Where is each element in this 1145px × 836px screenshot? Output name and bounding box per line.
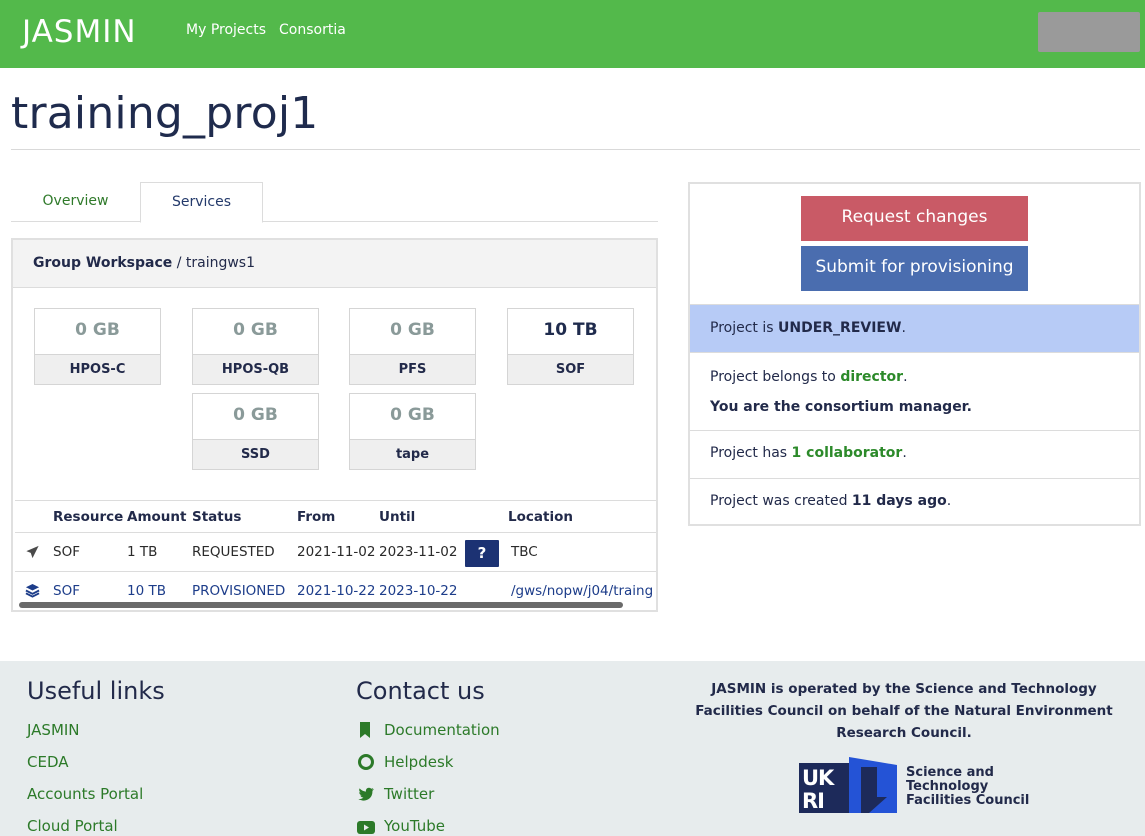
quota-label: HPOS-QB	[193, 354, 318, 384]
footer-link-youtube[interactable]: YouTube	[384, 817, 445, 835]
cell-until: 2023-11-02	[379, 544, 458, 560]
quota-pfs: 0 GB PFS	[349, 308, 476, 385]
quota-label: SSD	[193, 439, 318, 469]
requirements-table-header: Resource Amount Status From Until Locati…	[15, 500, 656, 533]
quota-tape: 0 GB tape	[349, 393, 476, 470]
col-amount: Amount	[127, 509, 187, 525]
ukri-logo[interactable]: UK RI	[799, 757, 897, 817]
manager-note: You are the consortium manager.	[710, 399, 972, 415]
bookmark-icon	[358, 722, 374, 738]
cell-from: 2021-11-02	[297, 544, 376, 560]
quota-value: 0 GB	[390, 405, 435, 425]
created-age: 11 days ago	[851, 493, 947, 509]
service-name: traingws1	[185, 255, 255, 271]
cell-until: 2023-10-22	[379, 583, 458, 599]
useful-links-title: Useful links	[27, 677, 165, 705]
collab-prefix: Project has	[710, 445, 792, 461]
footer-link-documentation[interactable]: Documentation	[384, 721, 500, 739]
created-row: Project was created 11 days ago.	[690, 478, 1139, 524]
cell-from: 2021-10-22	[297, 583, 376, 599]
service-separator: /	[172, 255, 186, 271]
title-divider	[11, 149, 1140, 150]
footer: Useful links JASMIN CEDA Accounts Portal…	[0, 661, 1145, 836]
project-status-row: Project is UNDER_REVIEW.	[690, 304, 1139, 352]
twitter-icon	[358, 786, 374, 802]
quota-hpos-qb: 0 GB HPOS-QB	[192, 308, 319, 385]
quota-label: tape	[350, 439, 475, 469]
user-menu-button[interactable]	[1038, 12, 1140, 52]
footer-link-cloud-portal[interactable]: Cloud Portal	[27, 817, 118, 835]
col-location: Location	[508, 509, 573, 525]
col-status: Status	[192, 509, 242, 525]
service-card-header: Group Workspace / traingws1	[13, 240, 656, 288]
layers-icon	[25, 583, 40, 602]
submit-provisioning-button[interactable]: Submit for provisioning	[801, 246, 1028, 291]
quota-label: PFS	[350, 354, 475, 384]
nav-consortia[interactable]: Consortia	[279, 22, 346, 38]
cell-amount: 10 TB	[127, 583, 166, 599]
col-from: From	[297, 509, 336, 525]
cell-status: REQUESTED	[192, 544, 275, 560]
stfc-name: Science and Technology Facilities Counci…	[906, 765, 1030, 808]
owner-link[interactable]: director	[840, 369, 903, 385]
quota-value: 0 GB	[390, 320, 435, 340]
paper-plane-icon	[25, 545, 40, 563]
project-status-panel: Request changes Submit for provisioning …	[688, 182, 1141, 526]
quota-label: HPOS-C	[35, 354, 160, 384]
tab-bar: Overview Services	[11, 182, 658, 223]
footer-link-helpdesk[interactable]: Helpdesk	[384, 753, 453, 771]
contact-us-title: Contact us	[356, 677, 485, 705]
tab-services[interactable]: Services	[140, 182, 263, 223]
collaborators-link[interactable]: 1 collaborator	[792, 445, 903, 461]
quota-hpos-c: 0 GB HPOS-C	[34, 308, 161, 385]
quota-label: SOF	[508, 354, 633, 384]
col-resource: Resource	[53, 509, 124, 525]
tab-overview[interactable]: Overview	[11, 182, 140, 222]
quota-ssd: 0 GB SSD	[192, 393, 319, 470]
quota-value: 0 GB	[233, 320, 278, 340]
quota-value: 10 TB	[543, 320, 598, 340]
cell-resource: SOF	[53, 544, 80, 560]
owner-prefix: Project belongs to	[710, 369, 841, 385]
col-until: Until	[379, 509, 416, 525]
service-card: Group Workspace / traingws1 0 GB HPOS-C …	[11, 238, 658, 612]
cell-resource: SOF	[53, 583, 80, 599]
table-row: SOF 1 TB REQUESTED 2021-11-02 2023-11-02…	[15, 534, 656, 572]
project-owner-row: Project belongs to director. You are the…	[690, 352, 1139, 430]
svg-text:UK: UK	[802, 766, 835, 790]
footer-link-jasmin[interactable]: JASMIN	[27, 721, 80, 739]
request-changes-button[interactable]: Request changes	[801, 196, 1028, 241]
brand-logo[interactable]: JASMIN	[22, 14, 137, 50]
cell-location: /gws/nopw/j04/traing	[511, 583, 654, 599]
page-title: training_proj1	[11, 88, 319, 139]
horizontal-scrollbar[interactable]	[19, 602, 623, 608]
status-prefix: Project is	[710, 320, 778, 336]
lifebuoy-icon	[358, 754, 374, 770]
quota-value: 0 GB	[75, 320, 120, 340]
quota-value: 0 GB	[233, 405, 278, 425]
collaborators-row: Project has 1 collaborator.	[690, 430, 1139, 478]
footer-link-ceda[interactable]: CEDA	[27, 753, 69, 771]
footer-link-twitter[interactable]: Twitter	[384, 785, 434, 803]
created-prefix: Project was created	[710, 493, 852, 509]
cell-amount: 1 TB	[127, 544, 158, 560]
help-button[interactable]: ?	[465, 540, 499, 567]
service-type: Group Workspace	[33, 255, 173, 271]
quota-sof: 10 TB SOF	[507, 308, 634, 385]
top-navbar: JASMIN My Projects Consortia	[0, 0, 1145, 68]
youtube-icon	[357, 819, 375, 835]
status-badge: UNDER_REVIEW	[777, 320, 902, 336]
svg-text:RI: RI	[802, 789, 824, 813]
cell-location: TBC	[511, 544, 538, 560]
operator-statement: JASMIN is operated by the Science and Te…	[695, 681, 1113, 741]
cell-status: PROVISIONED	[192, 583, 286, 599]
nav-my-projects[interactable]: My Projects	[186, 22, 266, 38]
footer-link-accounts-portal[interactable]: Accounts Portal	[27, 785, 143, 803]
